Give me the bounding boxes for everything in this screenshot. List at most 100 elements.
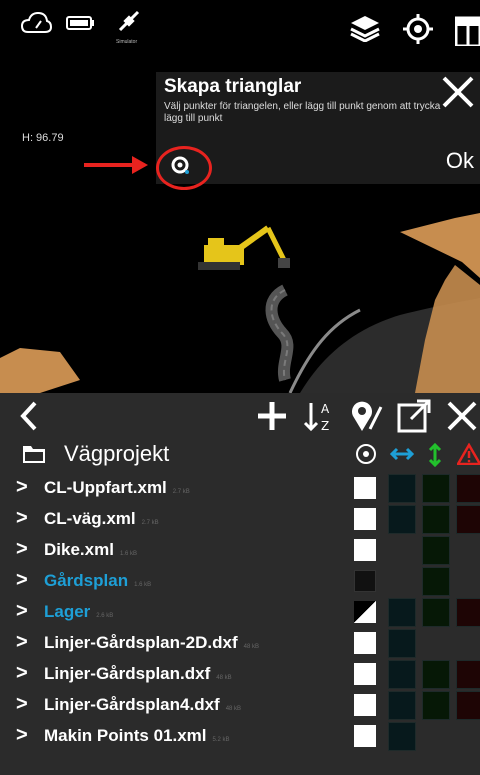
file-name: CL-väg.xml 2.7 kB <box>44 509 159 529</box>
file-meta: 48 kB <box>216 675 232 681</box>
warning-toggle-cell[interactable] <box>456 567 480 596</box>
warning-icon[interactable] <box>455 442 480 470</box>
horizontal-toggle-cell[interactable] <box>388 567 416 596</box>
visibility-checkbox[interactable] <box>354 663 376 685</box>
file-name-text: CL-Uppfart.xml <box>44 478 167 497</box>
file-row[interactable]: > Linjer-Gårdsplan-2D.dxf 48 kB <box>0 628 480 659</box>
add-point-icon[interactable] <box>170 155 190 175</box>
project-header: Vägprojekt <box>0 437 480 473</box>
visibility-checkbox[interactable] <box>354 632 376 654</box>
chevron-right-icon[interactable]: > <box>16 693 28 716</box>
horizontal-arrows-icon[interactable] <box>389 443 415 470</box>
close-icon[interactable] <box>440 74 476 110</box>
vertical-arrows-icon[interactable] <box>426 442 444 472</box>
chevron-right-icon[interactable]: > <box>16 631 28 654</box>
file-name-text: Lager <box>44 602 91 621</box>
vertical-toggle-cell[interactable] <box>422 474 450 503</box>
chevron-right-icon[interactable]: > <box>16 538 28 561</box>
horizontal-toggle-cell[interactable] <box>388 505 416 534</box>
vertical-toggle-cell[interactable] <box>422 629 450 658</box>
horizontal-toggle-cell[interactable] <box>388 722 416 751</box>
horizontal-toggle-cell[interactable] <box>388 474 416 503</box>
vertical-toggle-cell[interactable] <box>422 691 450 720</box>
file-name: Makin Points 01.xml 5.2 kB <box>44 726 230 746</box>
horizontal-toggle-cell[interactable] <box>388 691 416 720</box>
chevron-right-icon[interactable]: > <box>16 724 28 747</box>
file-meta: 1.6 kB <box>119 551 137 557</box>
file-name-text: Makin Points 01.xml <box>44 726 207 745</box>
file-meta: 2.7 kB <box>172 489 190 495</box>
vertical-toggle-cell[interactable] <box>422 505 450 534</box>
file-name: Linjer-Gårdsplan.dxf 48 kB <box>44 664 232 684</box>
chevron-right-icon[interactable]: > <box>16 476 28 499</box>
vertical-toggle-cell[interactable] <box>422 722 450 751</box>
location-pin-icon[interactable] <box>348 397 384 435</box>
warning-toggle-cell[interactable] <box>456 505 480 534</box>
visibility-checkbox[interactable] <box>354 508 376 530</box>
file-name: Dike.xml 1.6 kB <box>44 540 137 560</box>
chevron-right-icon[interactable]: > <box>16 662 28 685</box>
warning-toggle-cell[interactable] <box>456 536 480 565</box>
project-title: Vägprojekt <box>64 441 170 466</box>
horizontal-toggle-cell[interactable] <box>388 598 416 627</box>
visibility-checkbox[interactable] <box>354 601 376 623</box>
add-icon[interactable] <box>254 397 290 435</box>
file-meta: 48 kB <box>225 706 242 712</box>
file-row[interactable]: > Lager 2.6 kB <box>0 597 480 628</box>
warning-toggle-cell[interactable] <box>456 474 480 503</box>
vertical-toggle-cell[interactable] <box>422 567 450 596</box>
file-row[interactable]: > Linjer-Gårdsplan.dxf 48 kB <box>0 659 480 690</box>
close-panel-icon[interactable] <box>444 397 480 435</box>
back-icon[interactable] <box>14 397 44 435</box>
annotation-arrow-head <box>132 156 148 174</box>
status-bar: Simulator <box>0 0 480 48</box>
map-3d-view[interactable]: Simulator H: 96.79 Skapa trianglar Välj … <box>0 0 480 393</box>
file-row[interactable]: > CL-Uppfart.xml 2.7 kB <box>0 473 480 504</box>
chevron-right-icon[interactable]: > <box>16 569 28 592</box>
visibility-checkbox[interactable] <box>354 725 376 747</box>
file-row[interactable]: > Makin Points 01.xml 5.2 kB <box>0 721 480 752</box>
file-name-text: Dike.xml <box>44 540 114 559</box>
cloud-gauge-icon[interactable] <box>20 10 53 43</box>
vertical-toggle-cell[interactable] <box>422 660 450 689</box>
panel-toolbar: AZ <box>0 393 480 439</box>
warning-toggle-cell[interactable] <box>456 598 480 627</box>
warning-toggle-cell[interactable] <box>456 722 480 751</box>
file-row[interactable]: > Dike.xml 1.6 kB <box>0 535 480 566</box>
file-row[interactable]: > CL-väg.xml 2.7 kB <box>0 504 480 535</box>
excavator-model <box>198 225 290 270</box>
file-row[interactable]: > Gårdsplan 1.6 kB <box>0 566 480 597</box>
battery-icon <box>66 15 96 36</box>
warning-toggle-cell[interactable] <box>456 629 480 658</box>
file-name: CL-Uppfart.xml 2.7 kB <box>44 478 190 498</box>
vertical-toggle-cell[interactable] <box>422 536 450 565</box>
sort-az-icon[interactable]: AZ <box>302 397 338 435</box>
ok-button[interactable]: Ok <box>446 148 474 174</box>
horizontal-toggle-cell[interactable] <box>388 536 416 565</box>
visibility-checkbox[interactable] <box>354 694 376 716</box>
layers-icon[interactable] <box>350 14 380 47</box>
visibility-eye-icon[interactable] <box>355 443 377 470</box>
map-icon[interactable] <box>454 12 480 51</box>
visibility-checkbox[interactable] <box>354 570 376 592</box>
horizontal-toggle-cell[interactable] <box>388 660 416 689</box>
satellite-icon[interactable] <box>116 8 142 39</box>
file-row[interactable]: > Linjer-Gårdsplan4.dxf 48 kB <box>0 690 480 721</box>
file-meta: 1.6 kB <box>134 582 152 588</box>
file-name: Linjer-Gårdsplan-2D.dxf 48 kB <box>44 633 259 653</box>
visibility-checkbox[interactable] <box>354 477 376 499</box>
file-meta: 2.6 kB <box>96 613 114 619</box>
locate-icon[interactable] <box>403 14 433 49</box>
file-name-text: Linjer-Gårdsplan.dxf <box>44 664 211 683</box>
chevron-right-icon[interactable]: > <box>16 507 28 530</box>
horizontal-toggle-cell[interactable] <box>388 629 416 658</box>
chevron-right-icon[interactable]: > <box>16 600 28 623</box>
visibility-checkbox[interactable] <box>354 539 376 561</box>
file-name: Lager 2.6 kB <box>44 602 113 622</box>
export-icon[interactable] <box>396 397 432 435</box>
warning-toggle-cell[interactable] <box>456 691 480 720</box>
file-name-text: CL-väg.xml <box>44 509 136 528</box>
warning-toggle-cell[interactable] <box>456 660 480 689</box>
height-readout: H: 96.79 <box>22 132 64 144</box>
vertical-toggle-cell[interactable] <box>422 598 450 627</box>
